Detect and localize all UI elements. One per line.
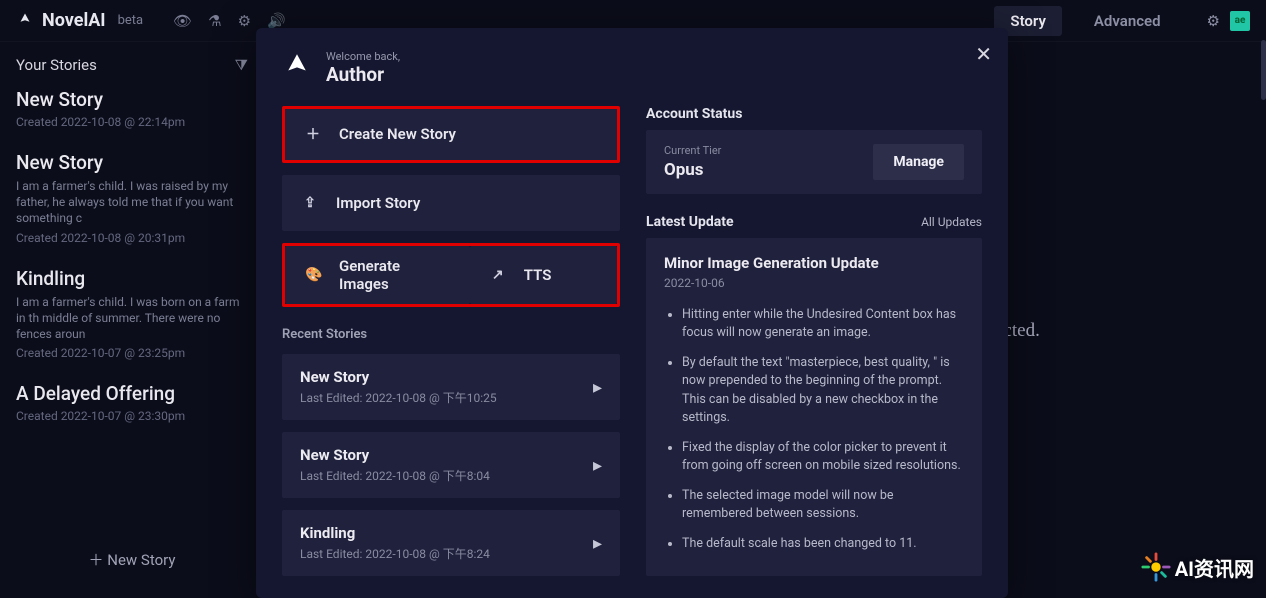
update-note: The selected image model will now be rem…	[682, 487, 964, 523]
button-label: TTS	[524, 266, 552, 284]
story-title: New Story	[16, 151, 248, 174]
story-item[interactable]: Kindling I am a farmer's child. I was bo…	[16, 267, 248, 361]
recent-story-name: New Story	[300, 368, 497, 386]
filter-icon[interactable]: ⧩	[235, 56, 248, 74]
story-item[interactable]: New Story I am a farmer's child. I was r…	[16, 151, 248, 245]
recent-stories-heading: Recent Stories	[282, 327, 620, 342]
recent-story-item[interactable]: New Story Last Edited: 2022-10-08 @ 下午10…	[282, 354, 620, 420]
story-snippet: I am a farmer's child. I was raised by m…	[16, 178, 248, 227]
latest-update-heading: Latest Update	[646, 214, 734, 230]
recent-story-edited: Last Edited: 2022-10-08 @ 下午8:04	[300, 467, 490, 484]
new-story-label: New Story	[107, 551, 175, 569]
tts-button[interactable]: ↗ TTS	[470, 246, 617, 304]
topbar-tool-icons: 👁 ⚗ ⚙ 🔊	[173, 12, 286, 30]
story-title: A Delayed Offering	[16, 382, 248, 405]
story-title: Kindling	[16, 267, 248, 290]
tab-advanced[interactable]: Advanced	[1078, 6, 1177, 36]
avatar[interactable]: ae	[1230, 11, 1250, 31]
sliders-icon[interactable]: ⚙	[1207, 12, 1220, 30]
story-meta: Created 2022-10-08 @ 22:14pm	[16, 115, 248, 129]
sidebar-title: Your Stories	[16, 56, 97, 74]
tier-value: Opus	[664, 160, 721, 180]
gear-icon[interactable]: ⚙	[238, 12, 251, 30]
author-name: Author	[326, 63, 400, 86]
account-status-heading: Account Status	[646, 106, 982, 122]
recent-story-edited: Last Edited: 2022-10-08 @ 下午8:24	[300, 545, 490, 562]
story-meta: Created 2022-10-07 @ 23:30pm	[16, 409, 248, 423]
tier-label: Current Tier	[664, 144, 721, 157]
pen-icon	[282, 53, 312, 83]
recent-story-edited: Last Edited: 2022-10-08 @ 下午10:25	[300, 389, 497, 406]
eye-icon[interactable]: 👁	[173, 12, 192, 30]
button-label: Import Story	[336, 194, 420, 212]
palette-icon: 🎨	[305, 267, 321, 283]
plus-icon: ＋	[305, 124, 321, 144]
app-name: NovelAI	[42, 10, 106, 31]
welcome-modal: ✕ Welcome back, Author ＋ Create New Stor…	[256, 28, 1008, 598]
scrollbar[interactable]	[1261, 40, 1266, 100]
update-note: Hitting enter while the Undesired Conten…	[682, 306, 964, 342]
update-date: 2022-10-06	[664, 276, 964, 290]
recent-story-item[interactable]: Kindling Last Edited: 2022-10-08 @ 下午8:2…	[282, 510, 620, 576]
chevron-right-icon: ▸	[593, 533, 602, 554]
speaker-icon[interactable]: 🔊	[267, 12, 286, 30]
pen-icon	[16, 12, 34, 30]
update-title: Minor Image Generation Update	[664, 254, 964, 272]
chevron-right-icon: ▸	[593, 377, 602, 398]
welcome-text: Welcome back,	[326, 50, 400, 63]
import-story-button[interactable]: ⇪ Import Story	[282, 175, 620, 231]
story-item[interactable]: New Story Created 2022-10-08 @ 22:14pm	[16, 88, 248, 129]
watermark-text: AI资讯网	[1175, 553, 1254, 582]
tier-box: Current Tier Opus Manage	[646, 130, 982, 194]
manage-button[interactable]: Manage	[873, 144, 964, 180]
watermark-icon	[1141, 552, 1171, 582]
plus-icon: ＋	[89, 551, 108, 569]
button-label: Generate Images	[339, 257, 450, 293]
update-box: Minor Image Generation Update 2022-10-06…	[646, 238, 982, 576]
recent-story-item[interactable]: New Story Last Edited: 2022-10-08 @ 下午8:…	[282, 432, 620, 498]
story-snippet: I am a farmer's child. I was born on a f…	[16, 294, 248, 343]
story-title: New Story	[16, 88, 248, 111]
top-tabs: Story Advanced ⚙ ae	[994, 6, 1250, 36]
sidebar: Your Stories ⧩ New Story Created 2022-10…	[0, 42, 264, 594]
close-icon[interactable]: ✕	[975, 42, 992, 66]
generate-images-button[interactable]: 🎨 Generate Images	[285, 246, 470, 304]
story-meta: Created 2022-10-07 @ 23:25pm	[16, 346, 248, 360]
import-icon: ⇪	[302, 195, 318, 211]
create-new-story-button[interactable]: ＋ Create New Story	[282, 106, 620, 163]
flask-icon[interactable]: ⚗	[208, 12, 221, 30]
watermark: AI资讯网	[1141, 552, 1254, 582]
story-item[interactable]: A Delayed Offering Created 2022-10-07 @ …	[16, 382, 248, 423]
all-updates-link[interactable]: All Updates	[921, 215, 982, 229]
button-label: Create New Story	[339, 125, 456, 143]
update-note: By default the text "masterpiece, best q…	[682, 354, 964, 427]
chevron-right-icon: ▸	[593, 455, 602, 476]
update-note: The default scale has been changed to 11…	[682, 535, 964, 553]
app-logo[interactable]: NovelAI beta	[16, 10, 143, 31]
new-story-button[interactable]: ＋ New Story	[16, 539, 248, 580]
app-beta-tag: beta	[118, 13, 144, 28]
recent-story-name: New Story	[300, 446, 490, 464]
recent-story-name: Kindling	[300, 524, 490, 542]
external-link-icon: ↗	[490, 267, 506, 283]
update-note: Fixed the display of the color picker to…	[682, 439, 964, 475]
story-meta: Created 2022-10-08 @ 20:31pm	[16, 231, 248, 245]
